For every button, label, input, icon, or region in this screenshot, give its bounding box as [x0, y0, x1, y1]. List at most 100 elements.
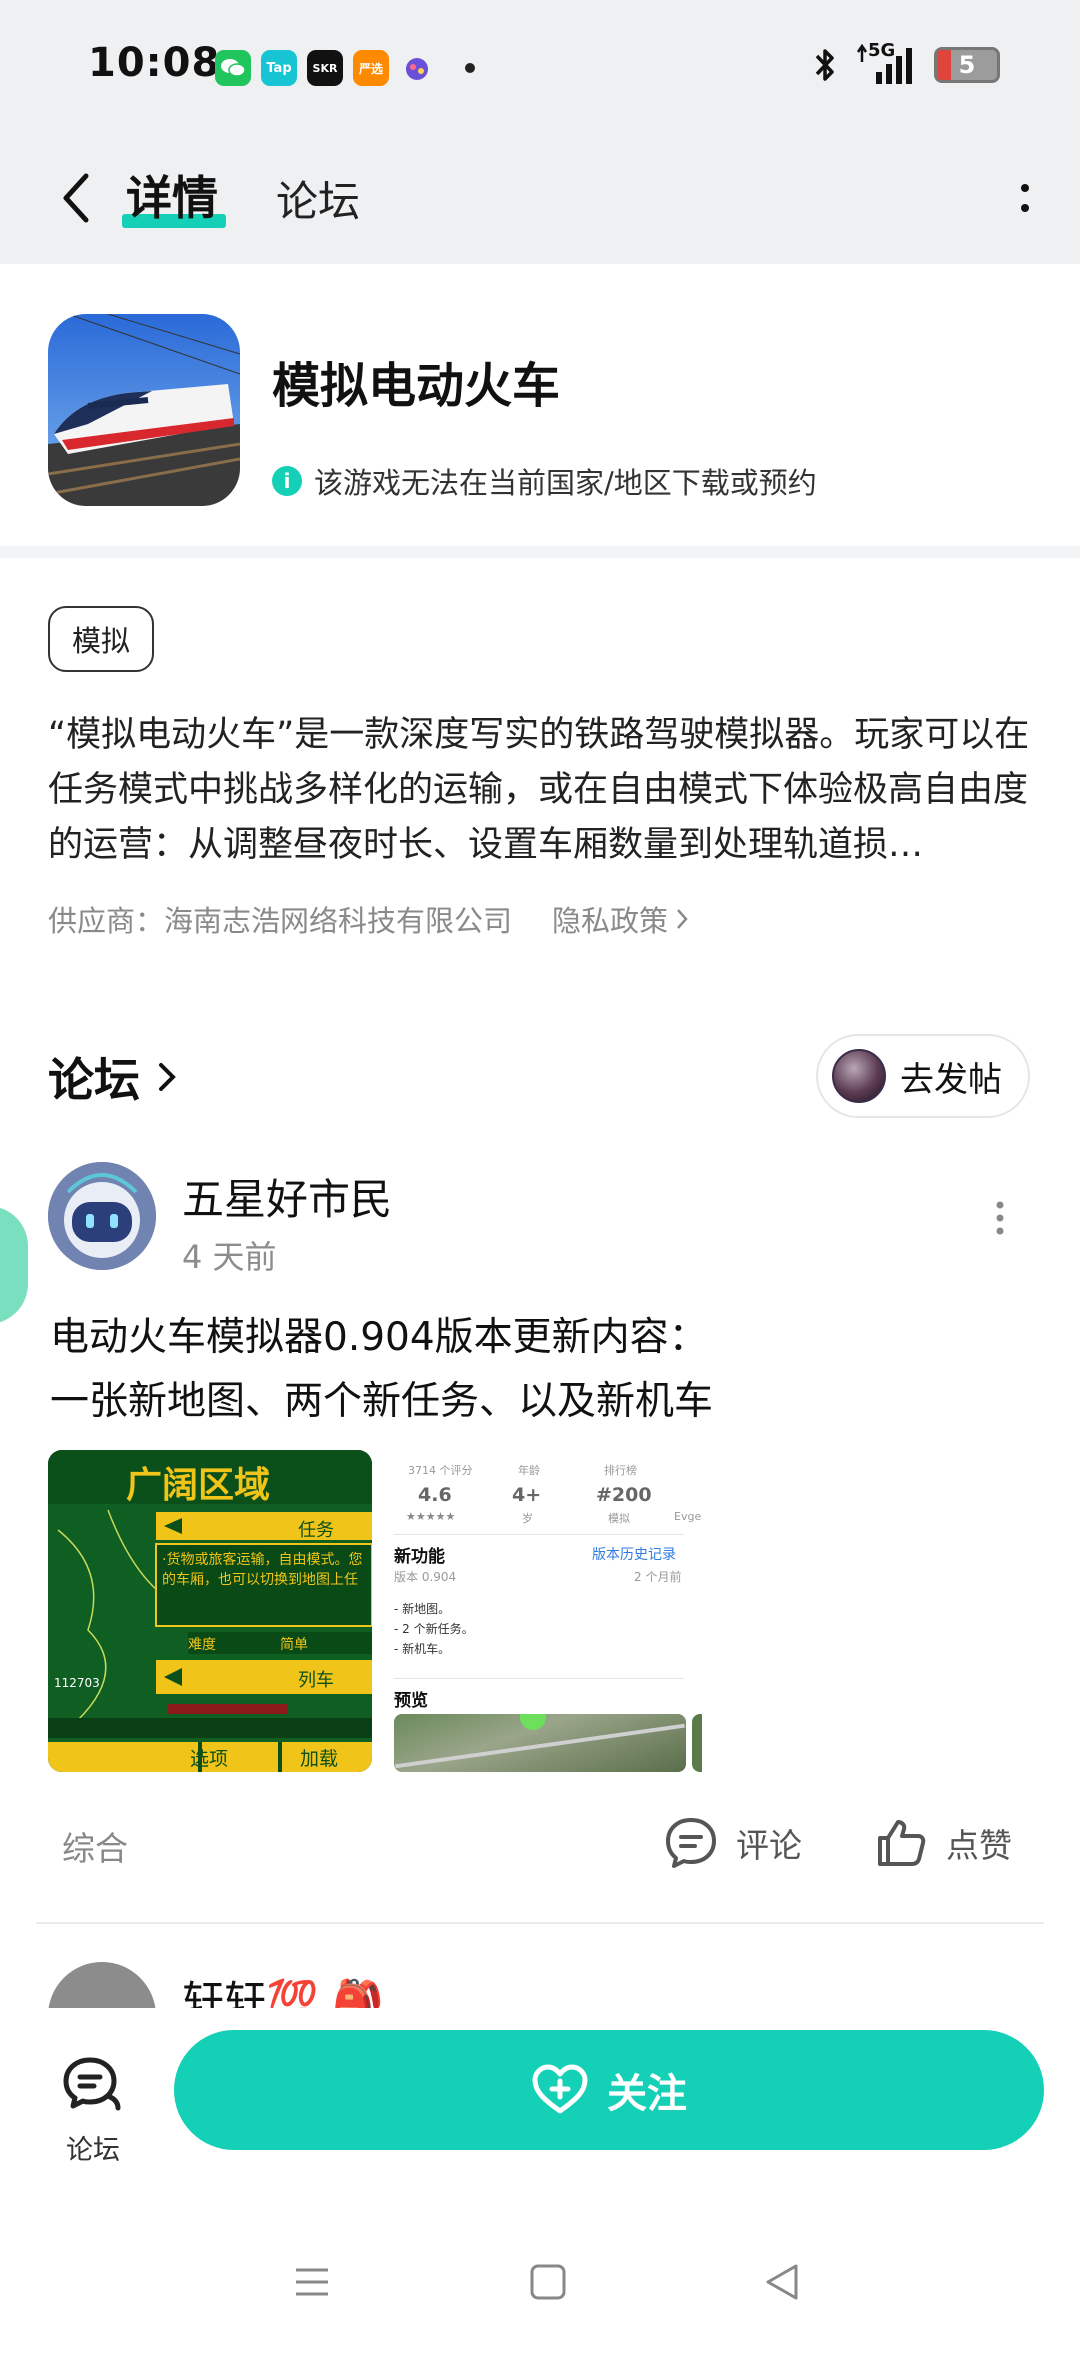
follow-button[interactable]: 关注: [174, 2030, 1044, 2150]
back-button[interactable]: [52, 162, 112, 232]
thumb2-preview-image-2: [692, 1714, 702, 1772]
thumb2-ratings-label: 3714 个评分: [408, 1464, 473, 1477]
post-actions: 综合 评论 点赞: [0, 1800, 1080, 1884]
create-post-label: 去发帖: [900, 1059, 1002, 1100]
thumb1-difficulty-value: 简单: [280, 1637, 308, 1653]
heart-plus-icon: [532, 2064, 588, 2114]
supplier-text: 供应商：海南志浩网络科技有限公司: [48, 904, 513, 938]
thumb1-counter: 112703: [54, 1676, 100, 1690]
thumb2-divider: [394, 1534, 684, 1535]
top-navigation: 详情 论坛: [0, 140, 1080, 264]
like-button[interactable]: 点赞: [872, 1814, 1012, 1872]
thumb2-age-label: 年龄: [518, 1464, 540, 1477]
game-center-icon: [399, 50, 435, 86]
supplier-row: 供应商：海南志浩网络科技有限公司 隐私政策: [48, 898, 690, 940]
shopping-icon: 严选: [353, 50, 389, 86]
avatar[interactable]: [48, 1162, 156, 1270]
app-title: 模拟电动火车: [272, 358, 561, 414]
menu-icon: [296, 2268, 328, 2296]
availability-notice: i 该游戏无法在当前国家/地区下载或预约: [272, 460, 817, 502]
thumb2-age: 4+: [512, 1484, 542, 1506]
thumb2-note-2: - 2 个新任务。: [394, 1622, 474, 1636]
forum-section-header[interactable]: 论坛: [48, 1044, 180, 1110]
comment-label: 评论: [736, 1826, 802, 1865]
forum-section-title: 论坛: [48, 1053, 140, 1107]
thumb2-note-3: - 新机车。: [394, 1642, 451, 1656]
status-time: 10:08: [88, 40, 221, 86]
status-indicators: 5G 5: [812, 40, 1000, 86]
chevron-left-icon: [63, 173, 89, 223]
follow-label: 关注: [607, 2071, 687, 2117]
post-timestamp: 4 天前: [182, 1238, 277, 1276]
status-bar: 10:08 Tap SKR 严选 5G 5: [0, 0, 1080, 140]
thumb2-note-1: - 新地图。: [394, 1602, 451, 1616]
skr-icon: SKR: [307, 50, 343, 86]
thumb2-divider-2: [394, 1678, 684, 1679]
post-divider: [36, 1922, 1044, 1924]
home-nav-button[interactable]: [528, 2262, 568, 2302]
avatar: [832, 1049, 886, 1103]
forum-icon: [63, 2057, 121, 2111]
section-separator: [0, 546, 1080, 558]
thumb1-task-desc: ·货物或旅客运输，自由模式。您的车厢，也可以切换到地图上任意: [162, 1552, 363, 1588]
thumb2-rating: 4.6: [418, 1484, 452, 1506]
comment-icon: [666, 1818, 716, 1868]
thumb2-history-link: 版本历史记录: [592, 1547, 676, 1563]
thumb2-preview-label: 预览: [394, 1691, 428, 1711]
thumb2-rank-label: 排行榜: [604, 1464, 637, 1477]
forum-shortcut-label: 论坛: [66, 2135, 120, 2166]
like-label: 点赞: [946, 1826, 1012, 1865]
bluetooth-icon: [815, 49, 834, 81]
more-vertical-icon: [996, 1201, 1004, 1235]
thumb1-difficulty: 难度: [188, 1637, 216, 1653]
create-post-button[interactable]: 去发帖: [816, 1034, 1030, 1118]
signal-icon: 5G: [854, 40, 918, 86]
thumb2-stars: ★★★★★: [406, 1510, 456, 1523]
menu-nav-button[interactable]: [292, 2262, 332, 2302]
app-header: 模拟电动火车 i 该游戏无法在当前国家/地区下载或预约: [0, 264, 1080, 546]
post-category[interactable]: 综合: [62, 1822, 128, 1870]
status-app-icons: Tap SKR 严选: [215, 50, 475, 86]
tab-forum[interactable]: 论坛: [276, 168, 360, 229]
floating-chat-handle[interactable]: [0, 1206, 28, 1324]
thumb1-load-button: 加载: [300, 1748, 339, 1770]
wechat-icon: [215, 50, 251, 86]
thumb1-options-button: 选项: [190, 1748, 229, 1770]
privacy-policy-label: 隐私政策: [552, 904, 669, 938]
bottom-action-bar: 论坛 关注: [0, 2008, 1080, 2208]
post-more-button[interactable]: [992, 1200, 1008, 1236]
more-options-button[interactable]: [1010, 170, 1040, 230]
back-triangle-icon: [766, 2264, 798, 2300]
thumb2-rank: #200: [596, 1484, 652, 1506]
genre-tag[interactable]: 模拟: [48, 606, 155, 672]
privacy-policy-link[interactable]: 隐私政策: [552, 898, 690, 940]
thumb1-task-label: 任务: [298, 1520, 334, 1541]
tab-detail[interactable]: 详情: [126, 162, 218, 228]
back-nav-button[interactable]: [762, 2262, 802, 2302]
battery-indicator: 5: [934, 47, 1000, 83]
thumb2-rank-sub: 模拟: [608, 1512, 630, 1525]
app-description[interactable]: “模拟电动火车”是一款深度写实的铁路驾驶模拟器。玩家可以在任务模式中挑战多样化的…: [48, 708, 1038, 873]
post-image-2[interactable]: 3714 个评分 4.6 ★★★★★ 年龄 4+ 岁 排行榜 #200 模拟 E…: [392, 1450, 702, 1772]
post-content[interactable]: 电动火车模拟器0.904版本更新内容： 一张新地图、两个新任务、以及新机车: [50, 1306, 1040, 1434]
thumb2-new-features: 新功能: [394, 1547, 445, 1567]
thumb2-version: 版本 0.904: [394, 1570, 457, 1584]
chevron-right-icon: [159, 1063, 176, 1091]
thumb2-age-sub: 岁: [522, 1512, 533, 1525]
thumb2-months: 2 个月前: [634, 1570, 682, 1584]
post-image-1[interactable]: 广阔区域 任务 ·货物或旅客运输，自由模式。您的车厢，也可以切换到地图上任意 难…: [48, 1450, 372, 1772]
thumb2-developer: Evger: [674, 1510, 702, 1523]
forum-shortcut-button[interactable]: [60, 2052, 124, 2120]
availability-notice-text: 该游戏无法在当前国家/地区下载或预约: [314, 466, 817, 500]
app-icon: [48, 314, 240, 506]
thumb2-preview-image: [394, 1714, 686, 1772]
system-navigation-bar: [0, 2208, 1080, 2354]
info-icon: i: [272, 466, 302, 496]
home-square-icon: [530, 2264, 566, 2300]
thumbs-up-icon: [878, 1820, 926, 1866]
thumb1-title: 广阔区域: [126, 1465, 271, 1506]
post-author-name[interactable]: 五星好市民: [182, 1166, 392, 1227]
thumb1-train-label: 列车: [298, 1670, 334, 1691]
comment-button[interactable]: 评论: [662, 1814, 802, 1872]
chevron-right-icon: [677, 909, 688, 929]
